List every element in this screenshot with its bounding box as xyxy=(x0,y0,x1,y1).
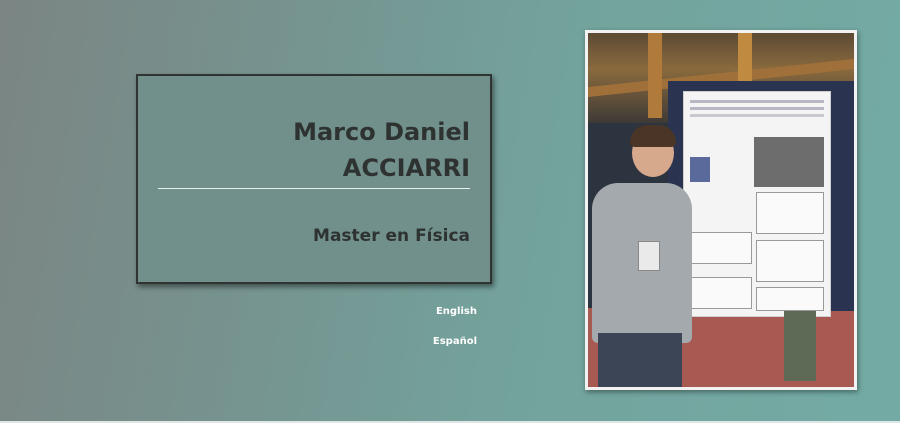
language-link-spanish[interactable]: Español xyxy=(433,336,477,347)
portrait-photo xyxy=(588,33,854,387)
degree-label: Master en Física xyxy=(313,226,470,246)
language-link-english[interactable]: English xyxy=(436,306,477,317)
title-card: Marco Daniel ACCIARRI Master en Física xyxy=(136,74,492,284)
title-divider xyxy=(158,188,470,189)
profile-photo-frame xyxy=(585,30,857,390)
poster-image xyxy=(683,91,831,317)
name-first: Marco Daniel xyxy=(293,118,470,146)
name-last: ACCIARRI xyxy=(342,154,470,182)
